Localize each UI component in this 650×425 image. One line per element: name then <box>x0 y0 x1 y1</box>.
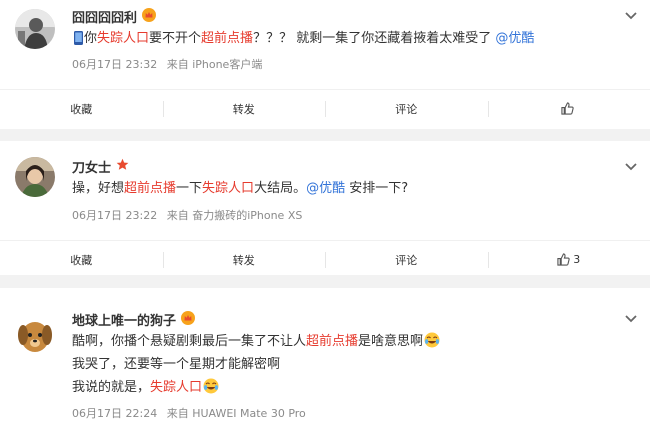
laugh-cry-emoji-icon <box>203 378 219 401</box>
comment-text-line: 我说的就是，失踪人口 <box>72 378 219 401</box>
like-count: 3 <box>573 253 581 266</box>
source: 来自 奋力搬砖的iPhone XS <box>166 209 303 222</box>
comment-text: 操，好想超前点播一下失踪人口大结局。@优酷 安排一下? <box>72 181 409 196</box>
username[interactable]: 刀女士 <box>72 157 111 176</box>
username[interactable]: 地球上唯一的狗子 <box>72 310 176 329</box>
action-bar: 收藏 转发 评论 3 <box>0 240 650 278</box>
post-meta: 06月17日 22:24 来自 HUAWEI Mate 30 Pro <box>72 405 306 421</box>
chevron-down-icon[interactable] <box>624 162 638 172</box>
timestamp[interactable]: 06月17日 23:32 <box>72 58 157 71</box>
comment-card: 地球上唯一的狗子 酷啊，你播个悬疑剧剩最后一集了不让人超前点播是啥意思啊 我哭了… <box>0 288 650 425</box>
avatar[interactable] <box>15 157 55 197</box>
keyword-link[interactable]: 失踪人口 <box>97 31 149 46</box>
like-button[interactable] <box>487 90 650 127</box>
crown-badge-icon <box>181 310 196 329</box>
keyword-link[interactable]: 失踪人口 <box>202 181 254 196</box>
mention-link[interactable]: @优酷 <box>306 181 345 196</box>
comment-text: 你失踪人口要不开个超前点播？？？ 就剩一集了你还藏着掖着太难受了 @优酷 <box>72 29 534 52</box>
comment-text-line: 我哭了，还要等一个星期才能解密啊 <box>72 357 281 372</box>
username[interactable]: 囧囧囧囧利 <box>72 7 137 26</box>
timestamp[interactable]: 06月17日 23:22 <box>72 209 157 222</box>
phone-emoji-icon <box>73 31 84 52</box>
comment-text-line: 酷啊，你播个悬疑剧剩最后一集了不让人超前点播是啥意思啊 <box>72 332 440 355</box>
action-bar: 收藏 转发 评论 <box>0 89 650 127</box>
thumbs-up-icon <box>557 253 570 266</box>
mention-link[interactable]: @优酷 <box>495 31 534 46</box>
crown-badge-icon <box>142 7 157 26</box>
comment-button[interactable]: 评论 <box>325 90 488 127</box>
chevron-down-icon[interactable] <box>624 11 638 21</box>
post-meta: 06月17日 23:22 来自 奋力搬砖的iPhone XS <box>72 207 302 223</box>
avatar[interactable] <box>15 9 55 49</box>
keyword-link[interactable]: 超前点播 <box>201 31 253 46</box>
comment-card: 囧囧囧囧利 你失踪人口要不开个超前点播？？？ 就剩一集了你还藏着掖着太难受了 @… <box>0 0 650 129</box>
laugh-cry-emoji-icon <box>424 332 440 355</box>
like-button[interactable]: 3 <box>487 241 650 278</box>
chevron-down-icon[interactable] <box>624 314 638 324</box>
source: 来自 HUAWEI Mate 30 Pro <box>166 407 306 420</box>
timestamp[interactable]: 06月17日 22:24 <box>72 407 157 420</box>
comment-button[interactable]: 评论 <box>325 241 488 278</box>
thumbs-up-icon <box>561 102 574 115</box>
favorite-button[interactable]: 收藏 <box>0 90 163 127</box>
post-meta: 06月17日 23:32 来自 iPhone客户端 <box>72 56 262 72</box>
source: 来自 iPhone客户端 <box>166 58 263 71</box>
keyword-link[interactable]: 超前点播 <box>306 334 358 349</box>
star-badge-icon <box>116 158 129 175</box>
keyword-link[interactable]: 超前点播 <box>124 181 176 196</box>
repost-button[interactable]: 转发 <box>162 90 326 127</box>
keyword-link[interactable]: 失踪人口 <box>150 380 202 395</box>
favorite-button[interactable]: 收藏 <box>0 241 163 278</box>
comment-card: 刀女士 操，好想超前点播一下失踪人口大结局。@优酷 安排一下? 06月17日 2… <box>0 141 650 275</box>
weibo-comment-feed: 囧囧囧囧利 你失踪人口要不开个超前点播？？？ 就剩一集了你还藏着掖着太难受了 @… <box>0 0 650 425</box>
avatar[interactable] <box>15 315 55 355</box>
repost-button[interactable]: 转发 <box>162 241 326 278</box>
